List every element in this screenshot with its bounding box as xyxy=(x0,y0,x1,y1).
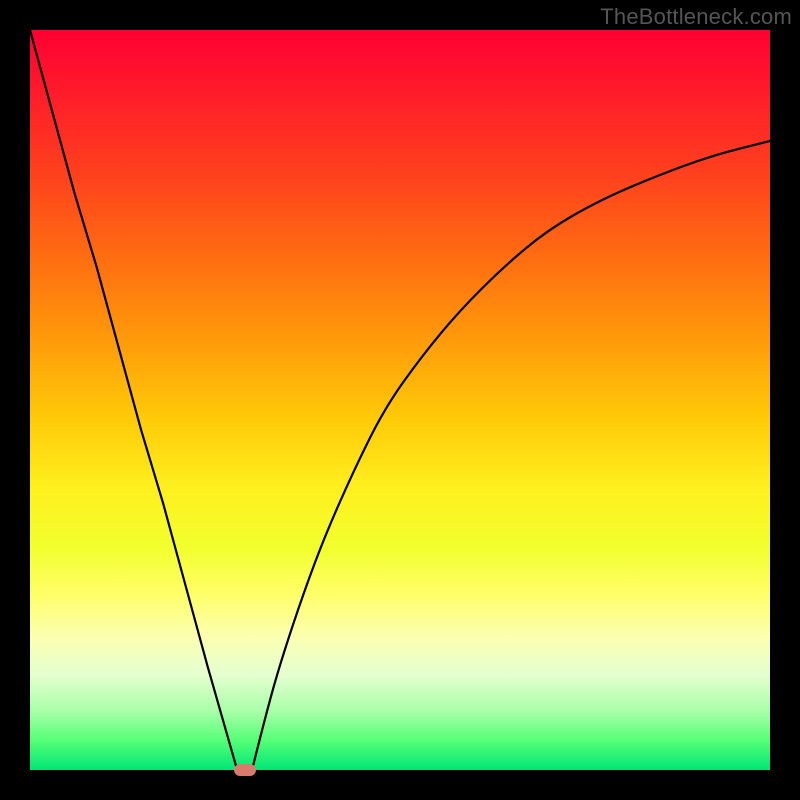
chart-frame: TheBottleneck.com xyxy=(0,0,800,800)
curve-right-branch xyxy=(252,141,770,770)
minimum-marker xyxy=(234,764,256,776)
watermark-text: TheBottleneck.com xyxy=(600,4,792,30)
curve-left-branch xyxy=(30,30,237,770)
chart-plot-area xyxy=(30,30,770,770)
bottleneck-curve xyxy=(30,30,770,770)
